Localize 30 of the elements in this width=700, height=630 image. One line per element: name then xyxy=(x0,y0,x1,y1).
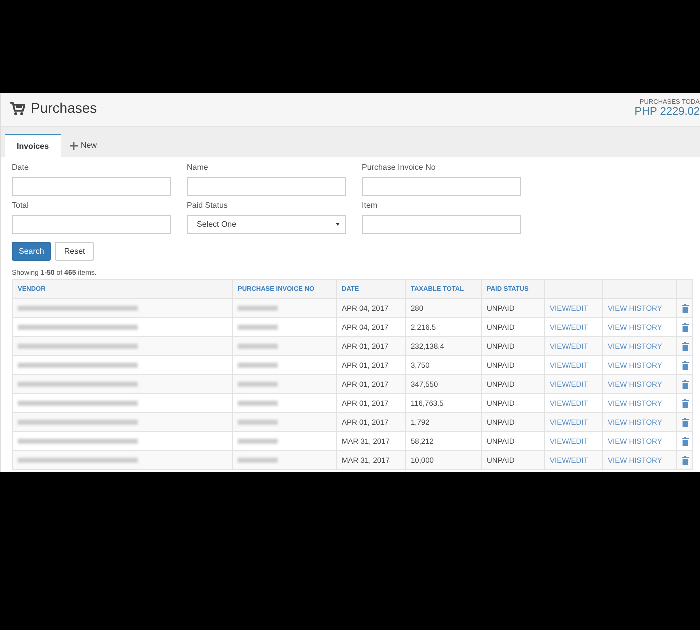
trash-icon[interactable] xyxy=(682,456,689,465)
search-button[interactable]: Search xyxy=(12,242,52,261)
caret-icon xyxy=(336,223,340,226)
trash-icon[interactable] xyxy=(682,398,689,408)
status-dropdown[interactable]: Select One xyxy=(187,215,346,234)
trash-icon[interactable] xyxy=(682,304,689,313)
page-title: Purchases xyxy=(31,100,98,116)
trash-icon[interactable] xyxy=(682,342,689,351)
field-label: Date xyxy=(12,163,30,173)
trash-icon[interactable] xyxy=(682,418,689,427)
field-label: Name xyxy=(187,163,210,173)
trash-icon[interactable] xyxy=(682,436,689,446)
trash-icon[interactable] xyxy=(682,322,689,332)
field-label: Item xyxy=(362,201,379,211)
input-field[interactable] xyxy=(362,215,521,234)
tab[interactable]: Invoices xyxy=(5,134,62,157)
trash-icon[interactable] xyxy=(682,380,689,389)
field-label: Paid Status xyxy=(187,201,229,211)
cart-icon xyxy=(9,100,25,116)
field-label: Total xyxy=(12,201,30,211)
input-field[interactable] xyxy=(12,177,171,196)
summary-value: PHP 2229.02 xyxy=(634,106,700,118)
input-field[interactable] xyxy=(187,177,346,196)
reset-button[interactable]: Reset xyxy=(55,242,94,261)
tab[interactable]: New xyxy=(61,134,106,157)
input-field[interactable] xyxy=(12,215,171,234)
input-field[interactable] xyxy=(362,177,521,196)
plus-icon xyxy=(70,142,78,150)
trash-icon[interactable] xyxy=(682,360,689,370)
field-label: Purchase Invoice No xyxy=(362,163,437,173)
